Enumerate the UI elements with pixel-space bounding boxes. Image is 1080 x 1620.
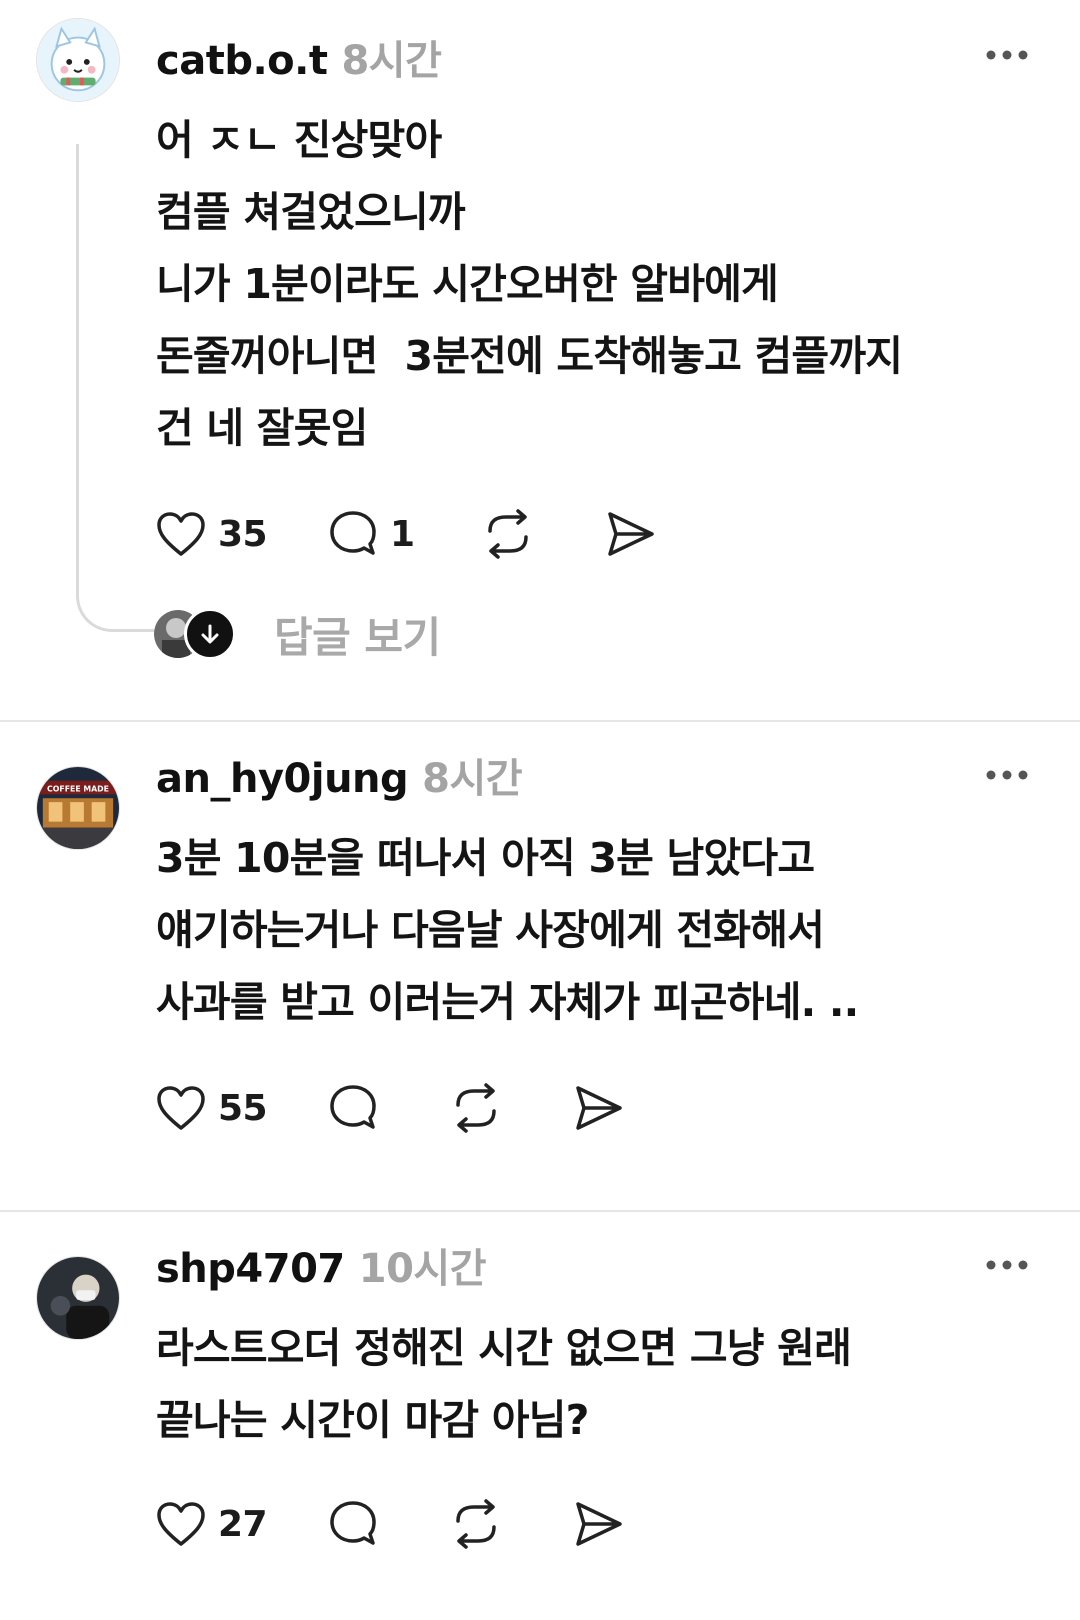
comment-icon (330, 511, 376, 555)
username[interactable]: shp4707 (156, 1246, 345, 1292)
post-text: 3분 10분을 떠나서 아직 3분 남았다고 얘기하는거나 다음날 사장에게 전… (156, 834, 859, 1026)
post-1: catb.o.t 8시간 어 ㅈㄴ 진상맞아 컴플 쳐걸었으니까 니가 1분이라도… (0, 0, 1080, 700)
cat-avatar-icon (37, 19, 119, 101)
post-3: shp4707 10시간 라스트오더 정해진 시간 없으면 그냥 원래 끝나는 시… (0, 1212, 1080, 1620)
like-button[interactable]: 27 (156, 1494, 268, 1554)
username[interactable]: catb.o.t (156, 38, 328, 84)
view-replies-label[interactable]: 답글 보기 (274, 604, 441, 665)
send-icon (576, 1086, 622, 1130)
more-icon[interactable] (984, 1258, 1030, 1272)
timestamp: 8시간 (422, 756, 523, 802)
action-bar: 27 (156, 1494, 716, 1554)
user-avatar[interactable] (36, 1256, 120, 1340)
svg-text:COFFEE MADE: COFFEE MADE (47, 784, 109, 793)
like-button[interactable]: 35 (156, 504, 268, 564)
user-avatar[interactable] (36, 18, 120, 102)
post-2: COFFEE MADE an_hy0jung 8시간 3분 10분을 떠나서 아직… (0, 722, 1080, 1200)
repost-icon (456, 1499, 496, 1549)
repost-icon (488, 509, 528, 559)
more-icon[interactable] (984, 48, 1030, 62)
send-icon (608, 512, 654, 556)
view-replies-button[interactable]: 답글 보기 (154, 604, 441, 664)
share-button[interactable] (606, 504, 656, 564)
person-avatar (37, 1257, 119, 1339)
comment-icon (330, 1501, 376, 1545)
username[interactable]: an_hy0jung (156, 756, 409, 802)
more-icon[interactable] (984, 768, 1030, 782)
reply-avatars (154, 608, 236, 660)
share-button[interactable] (574, 1078, 624, 1138)
coffee-shop-avatar: COFFEE MADE (37, 767, 119, 849)
comment-button[interactable] (328, 1078, 378, 1138)
comment-button[interactable]: 1 (328, 504, 415, 564)
repost-icon (456, 1083, 496, 1133)
timestamp: 8시간 (341, 38, 442, 84)
like-button[interactable]: 55 (156, 1078, 268, 1138)
like-count: 55 (218, 1087, 268, 1129)
share-button[interactable] (574, 1494, 624, 1554)
post-text: 어 ㅈㄴ 진상맞아 컴플 쳐걸었으니까 니가 1분이라도 시간오버한 알바에게 … (156, 116, 903, 452)
like-count: 35 (218, 513, 268, 555)
like-count: 27 (218, 1503, 268, 1545)
user-avatar[interactable]: COFFEE MADE (36, 766, 120, 850)
heart-icon (157, 1502, 205, 1546)
post-text: 라스트오더 정해진 시간 없으면 그냥 원래 끝나는 시간이 마감 아님? (156, 1324, 852, 1444)
post-header: catb.o.t 8시간 (156, 28, 442, 86)
arrow-down-icon (184, 608, 236, 660)
heart-icon (157, 1086, 205, 1130)
comment-button[interactable] (328, 1494, 378, 1554)
repost-button[interactable] (482, 504, 534, 564)
post-header: shp4707 10시간 (156, 1236, 487, 1294)
heart-icon (157, 512, 205, 556)
send-icon (576, 1502, 622, 1546)
timestamp: 10시간 (358, 1246, 487, 1292)
action-bar: 35 1 (156, 504, 716, 564)
thread-connector (76, 594, 154, 632)
comment-count: 1 (390, 513, 415, 555)
post-header: an_hy0jung 8시간 (156, 746, 523, 804)
action-bar: 55 (156, 1078, 716, 1138)
repost-button[interactable] (450, 1078, 502, 1138)
repost-button[interactable] (450, 1494, 502, 1554)
comment-icon (330, 1085, 376, 1129)
thread-line (76, 144, 79, 594)
